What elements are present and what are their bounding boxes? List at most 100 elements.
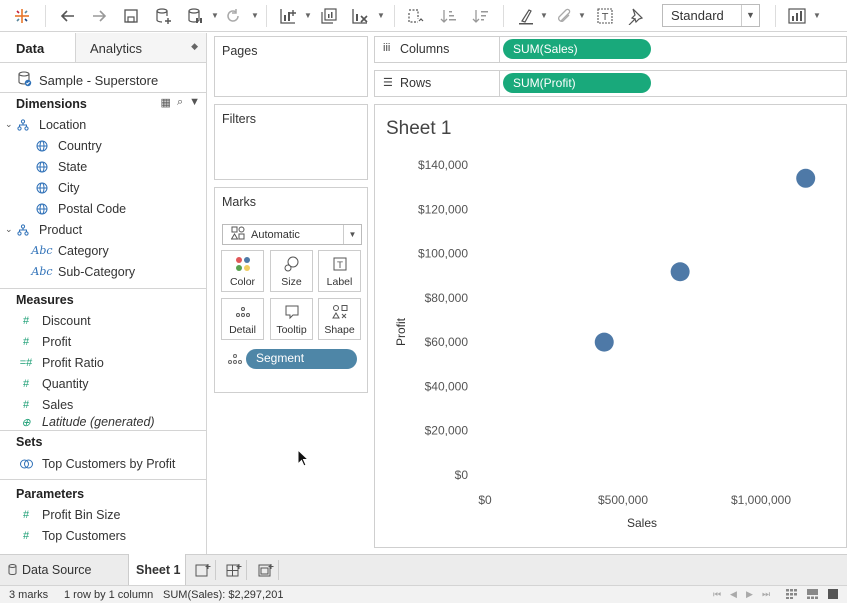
set-top-customers-by-profit[interactable]: Top Customers by Profit: [0, 452, 206, 476]
filters-card[interactable]: Filters: [214, 104, 368, 180]
clear-sheet-icon[interactable]: [349, 5, 371, 27]
field-quantity[interactable]: # Quantity: [0, 373, 206, 394]
tab-data-source[interactable]: Data Source: [0, 555, 128, 585]
field-label: Profit Ratio: [42, 356, 104, 370]
field-label: Profit Bin Size: [42, 508, 121, 522]
x-axis-label[interactable]: Sales: [627, 516, 657, 530]
field-product[interactable]: ⌄ Product: [0, 219, 206, 240]
sum-sales-pill[interactable]: SUM(Sales): [503, 39, 651, 59]
group-icon[interactable]: [553, 5, 575, 27]
y-axis-label[interactable]: Profit: [394, 317, 408, 346]
sheet-sorter-icon[interactable]: [786, 589, 796, 599]
menu-caret-icon[interactable]: ▼: [189, 96, 200, 109]
field-label: City: [58, 181, 80, 195]
field-category[interactable]: Abc Category: [0, 240, 206, 261]
measures-title: Measures: [16, 293, 74, 307]
hierarchy-icon: [15, 223, 31, 237]
tooltip-button[interactable]: Tooltip: [270, 298, 313, 340]
prev-sheet-icon[interactable]: ◀: [730, 589, 737, 600]
detail-button[interactable]: Detail: [221, 298, 264, 340]
field-label: Discount: [42, 314, 91, 328]
pause-updates-icon[interactable]: [184, 5, 206, 27]
tableau-logo-icon[interactable]: [11, 5, 33, 27]
new-worksheet-icon[interactable]: [190, 560, 216, 580]
datasource-item[interactable]: Sample - Superstore: [0, 63, 206, 91]
pin-icon[interactable]: [624, 5, 646, 27]
field-postal-code[interactable]: Postal Code: [0, 198, 206, 219]
field-profit-ratio[interactable]: =# Profit Ratio: [0, 352, 206, 373]
field-profit[interactable]: # Profit: [0, 331, 206, 352]
field-sales[interactable]: # Sales: [0, 394, 206, 415]
tab-data-source-label: Data Source: [22, 563, 91, 577]
field-sub-category[interactable]: Abc Sub-Category: [0, 261, 206, 282]
field-country[interactable]: Country: [0, 135, 206, 156]
view-list-icon[interactable]: ▦: [161, 96, 171, 109]
tab-data[interactable]: Data: [0, 33, 76, 62]
scatter-point[interactable]: [796, 169, 815, 188]
field-city[interactable]: City: [0, 177, 206, 198]
fit-select-value: Standard: [671, 8, 724, 23]
rows-label-text: Rows: [400, 76, 431, 90]
field-state[interactable]: State: [0, 156, 206, 177]
field-discount[interactable]: # Discount: [0, 310, 206, 331]
y-tick-label: $40,000: [425, 379, 469, 393]
new-story-icon[interactable]: [253, 560, 279, 580]
field-label: State: [58, 160, 87, 174]
detail-icon: [235, 303, 251, 321]
field-latitude[interactable]: ⊕ Latitude (generated): [0, 415, 206, 429]
y-tick-label: $80,000: [425, 291, 469, 305]
columns-shelf[interactable]: iii Columns SUM(Sales): [374, 36, 847, 63]
param-top-customers[interactable]: # Top Customers: [0, 525, 206, 546]
tab-sheet-1[interactable]: Sheet 1: [128, 554, 186, 585]
viz-area[interactable]: Sheet 1 $0$20,000$40,000$60,000$80,000$1…: [374, 104, 847, 548]
y-tick-label: $60,000: [425, 335, 469, 349]
rows-shelf[interactable]: ☰ Rows SUM(Profit): [374, 70, 847, 97]
new-datasource-icon[interactable]: [152, 5, 174, 27]
segment-pill[interactable]: Segment: [246, 349, 357, 369]
set-icon: [18, 457, 34, 471]
parameter-icon: #: [18, 508, 34, 522]
shape-button[interactable]: Shape: [318, 298, 361, 340]
normal-view-icon[interactable]: [828, 589, 838, 599]
new-worksheet-icon[interactable]: [277, 5, 299, 27]
highlight-icon[interactable]: [515, 5, 537, 27]
chevron-down-icon: ▼: [741, 5, 759, 26]
mark-type-select[interactable]: Automatic ▼: [222, 224, 362, 245]
filmstrip-icon[interactable]: [807, 589, 817, 599]
new-dashboard-icon[interactable]: [221, 560, 247, 580]
scatter-point[interactable]: [595, 333, 614, 352]
label-button[interactable]: T Label: [318, 250, 361, 292]
save-icon[interactable]: [120, 5, 142, 27]
search-icon[interactable]: ⌕: [177, 96, 183, 109]
field-location[interactable]: ⌄ Location: [0, 114, 206, 135]
color-icon: [235, 255, 251, 273]
redo-icon[interactable]: [88, 5, 110, 27]
labels-icon[interactable]: T: [594, 5, 616, 27]
scatter-point[interactable]: [671, 262, 690, 281]
last-sheet-icon[interactable]: ⏭: [762, 589, 770, 600]
collapse-icon[interactable]: ⌄: [5, 224, 15, 235]
toolbar: ▼ ▼ ▼ ▼ ▼ ▼ T Standard ▼ ▼: [0, 0, 847, 32]
globe-icon: [34, 160, 50, 174]
next-sheet-icon[interactable]: ▶: [746, 589, 753, 600]
pages-card[interactable]: Pages: [214, 36, 368, 97]
color-button[interactable]: Color: [221, 250, 264, 292]
first-sheet-icon[interactable]: ⏮: [713, 589, 721, 600]
sort-ascending-icon[interactable]: [437, 5, 459, 27]
duplicate-icon[interactable]: [318, 5, 340, 27]
measure-icon: #: [18, 314, 34, 328]
tab-analytics[interactable]: Analytics ◆: [76, 33, 206, 62]
globe-icon: [34, 181, 50, 195]
sort-descending-icon[interactable]: [469, 5, 491, 27]
x-tick-label: $1,000,000: [731, 493, 791, 507]
fit-select[interactable]: Standard ▼: [662, 4, 760, 27]
datasource-icon: [18, 71, 30, 85]
param-profit-bin-size[interactable]: # Profit Bin Size: [0, 504, 206, 525]
show-me-icon[interactable]: [786, 5, 808, 27]
collapse-icon[interactable]: ⌄: [5, 119, 15, 130]
swap-icon[interactable]: [404, 5, 426, 27]
size-button[interactable]: Size: [270, 250, 313, 292]
undo-icon[interactable]: [57, 5, 79, 27]
sum-profit-pill[interactable]: SUM(Profit): [503, 73, 651, 93]
refresh-icon[interactable]: [222, 5, 244, 27]
